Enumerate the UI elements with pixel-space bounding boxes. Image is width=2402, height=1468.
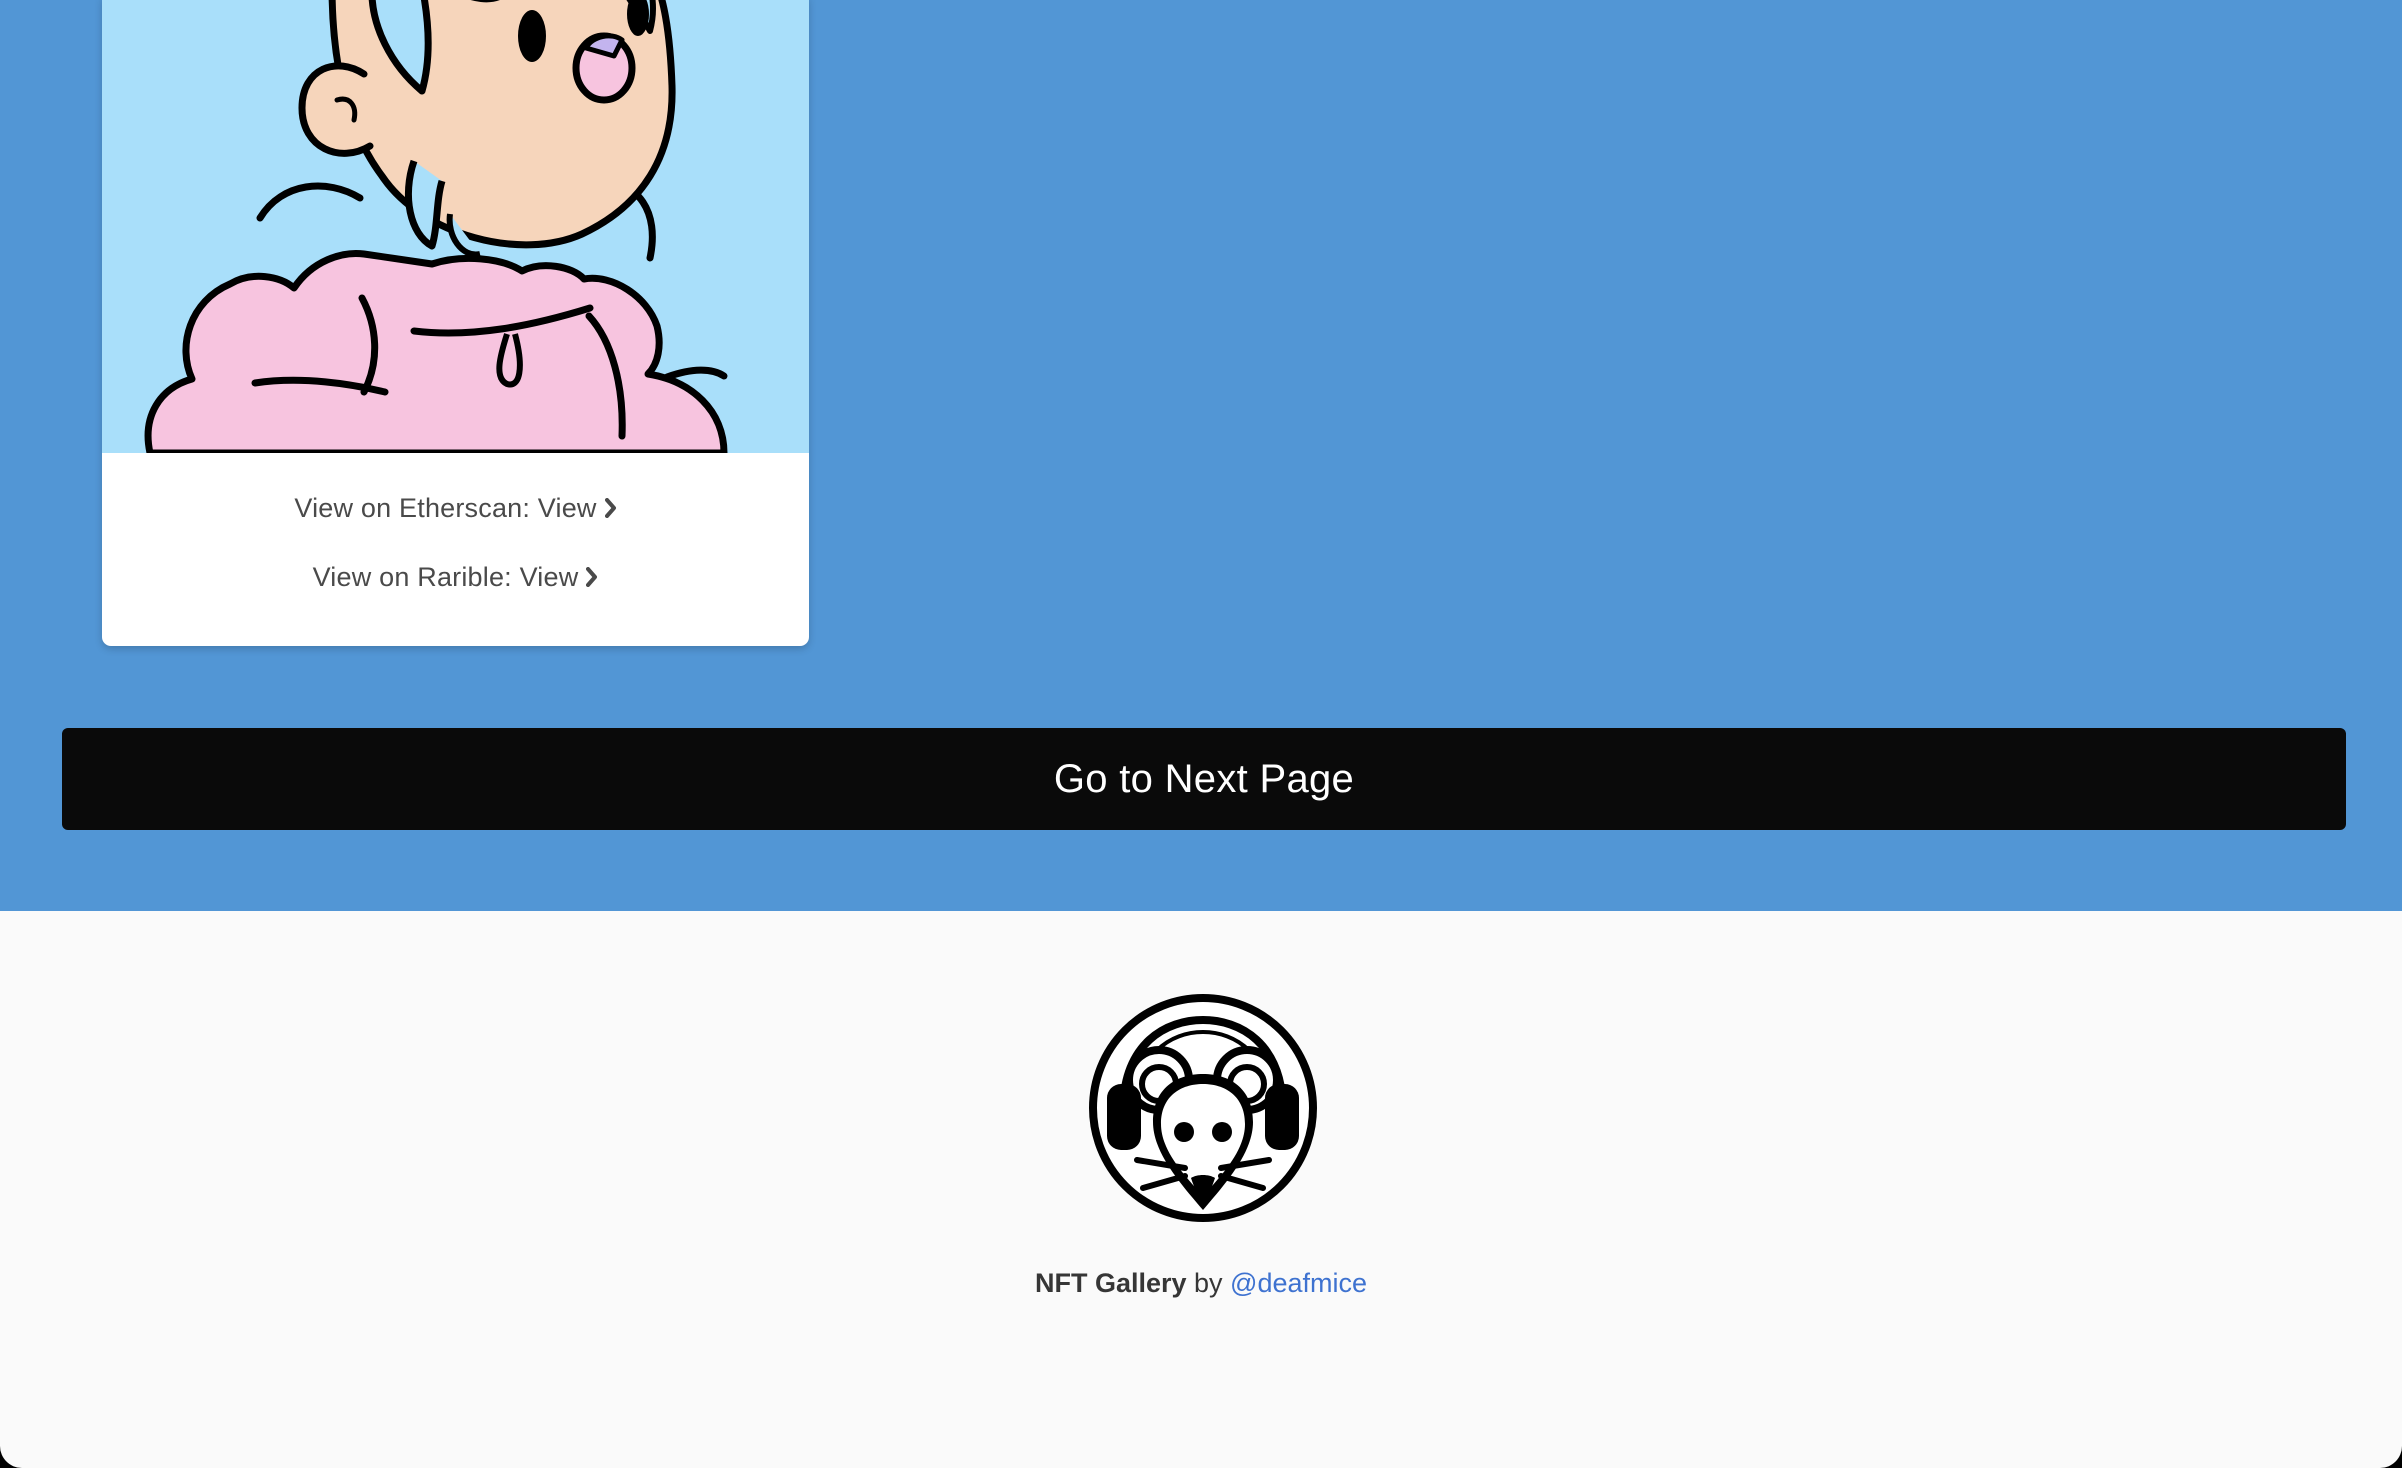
next-page-button[interactable]: Go to Next Page xyxy=(62,728,2346,830)
nft-image[interactable] xyxy=(102,0,809,453)
footer-by-text: by xyxy=(1186,1268,1231,1298)
gallery-section: View on Etherscan: View View on Rarible:… xyxy=(0,0,2402,911)
next-page-button-label: Go to Next Page xyxy=(1053,756,1355,801)
nft-card: View on Etherscan: View View on Rarible:… xyxy=(102,0,809,646)
footer: NFT Gallery by @deafmice xyxy=(0,911,2402,1468)
rarible-link-label: View on Rarible: View xyxy=(312,562,579,592)
footer-credit: NFT Gallery by @deafmice xyxy=(0,1268,2402,1299)
view-on-etherscan-link[interactable]: View on Etherscan: View xyxy=(102,493,809,525)
footer-brand: NFT Gallery xyxy=(1034,1268,1187,1298)
etherscan-link-label: View on Etherscan: View xyxy=(294,493,597,523)
nft-character-illustration xyxy=(144,0,728,453)
page: View on Etherscan: View View on Rarible:… xyxy=(0,0,2402,1468)
mouse-with-headphones-logo xyxy=(1087,992,1319,1224)
view-on-rarible-link[interactable]: View on Rarible: View xyxy=(102,562,809,594)
author-handle-link[interactable]: @deafmice xyxy=(1230,1268,1367,1298)
chevron-right-icon xyxy=(604,494,617,525)
chevron-right-icon xyxy=(586,563,598,594)
